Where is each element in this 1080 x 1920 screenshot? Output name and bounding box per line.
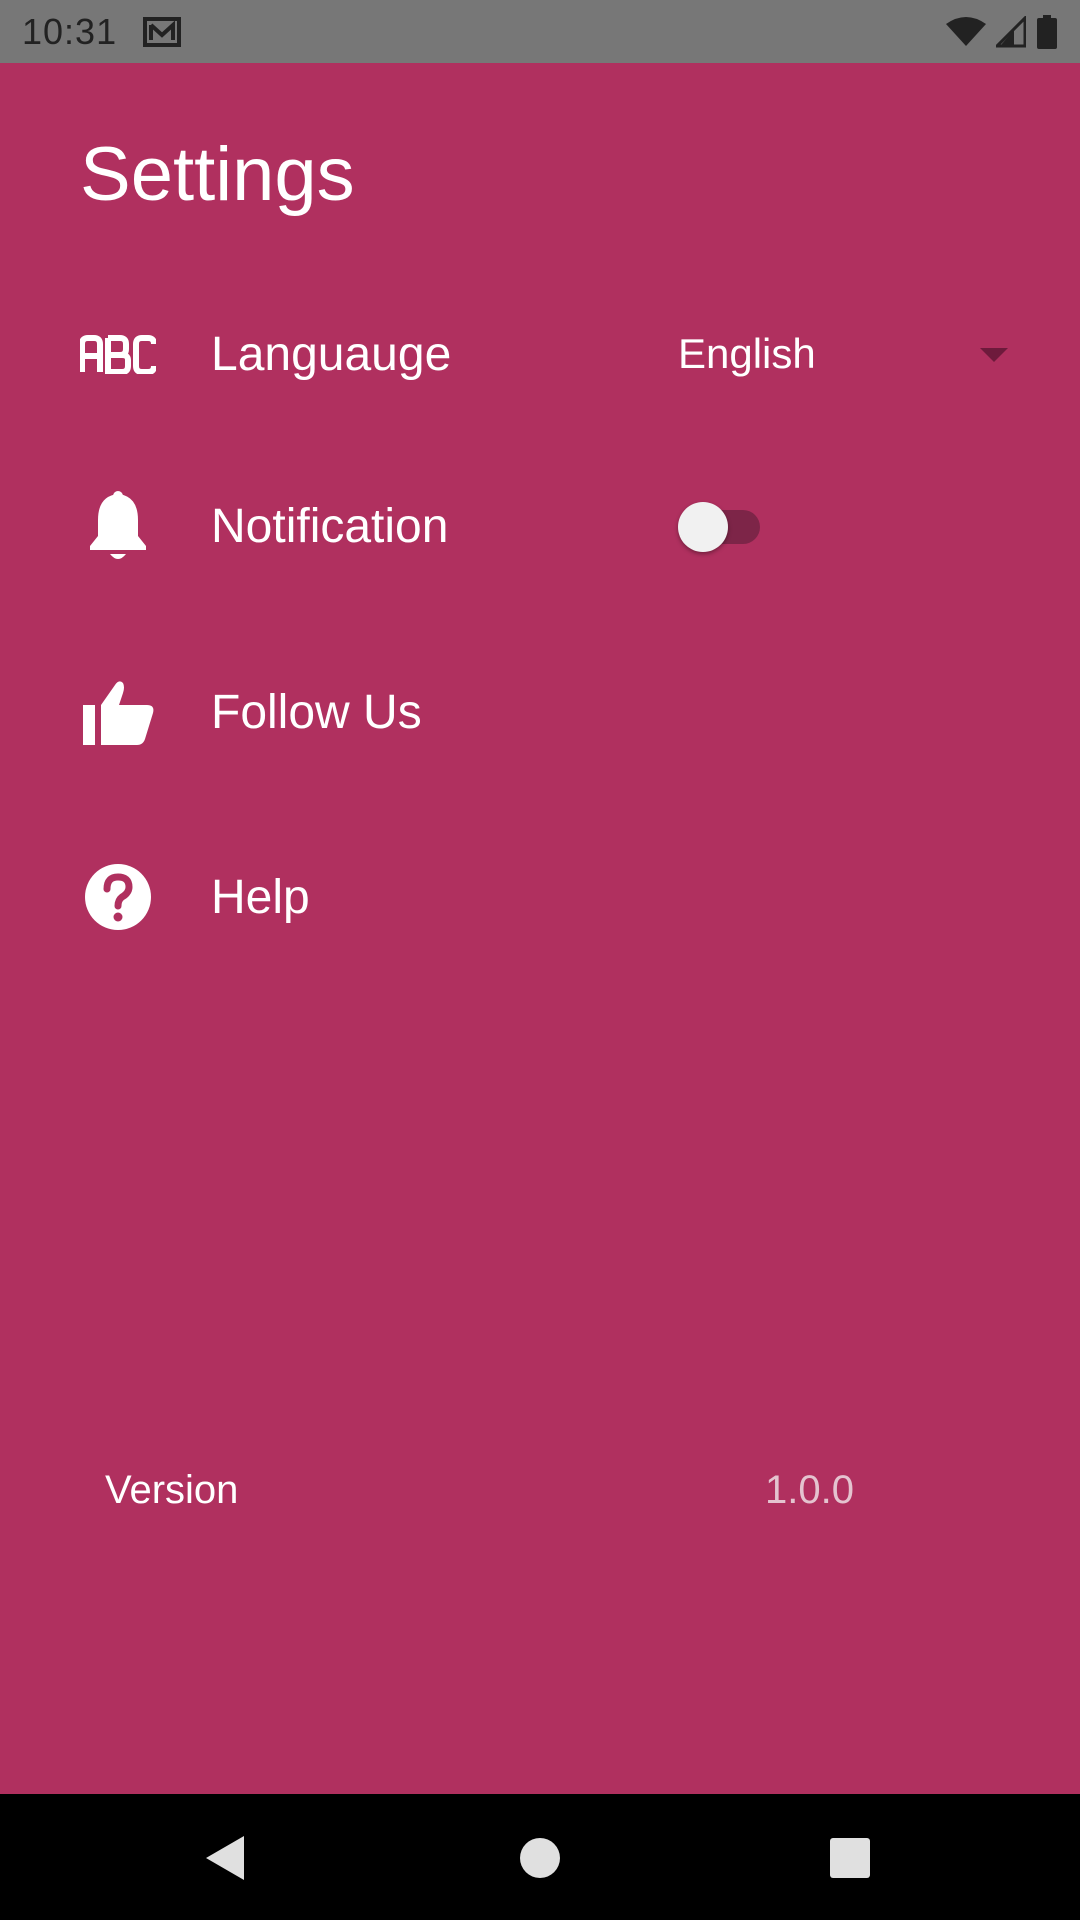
status-bar: 10:31 xyxy=(0,0,1080,63)
settings-row-follow-us[interactable]: Follow Us xyxy=(0,652,1080,772)
settings-screen: Settings Languauge English Notification xyxy=(0,63,1080,1794)
navigation-bar xyxy=(0,1794,1080,1920)
thumbs-up-icon xyxy=(80,674,156,750)
language-label: Languauge xyxy=(211,327,452,381)
back-icon[interactable] xyxy=(196,1828,256,1888)
gmail-icon xyxy=(143,16,182,47)
help-label: Help xyxy=(211,870,310,924)
abc-icon xyxy=(80,316,156,392)
notification-label: Notification xyxy=(211,499,449,553)
follow-us-label: Follow Us xyxy=(211,685,422,739)
language-dropdown[interactable]: English xyxy=(678,314,1008,394)
language-selected-value: English xyxy=(678,330,816,377)
version-label: Version xyxy=(105,1468,239,1512)
recents-icon[interactable] xyxy=(820,1828,880,1888)
wifi-icon xyxy=(946,16,986,46)
page-title: Settings xyxy=(80,132,355,217)
status-time: 10:31 xyxy=(22,10,118,52)
home-icon[interactable] xyxy=(510,1828,570,1888)
toggle-thumb xyxy=(678,502,728,552)
settings-row-notification: Notification xyxy=(0,466,1080,586)
status-right xyxy=(946,14,1058,49)
dropdown-arrow-icon xyxy=(980,348,1008,362)
signal-icon xyxy=(996,15,1026,47)
settings-row-help[interactable]: Help xyxy=(0,837,1080,957)
bell-icon xyxy=(80,488,156,564)
battery-icon xyxy=(1037,14,1057,49)
notification-toggle[interactable] xyxy=(678,498,762,554)
settings-row-language[interactable]: Languauge English xyxy=(0,294,1080,414)
version-value: 1.0.0 xyxy=(765,1468,854,1512)
help-circle-icon xyxy=(80,859,156,935)
